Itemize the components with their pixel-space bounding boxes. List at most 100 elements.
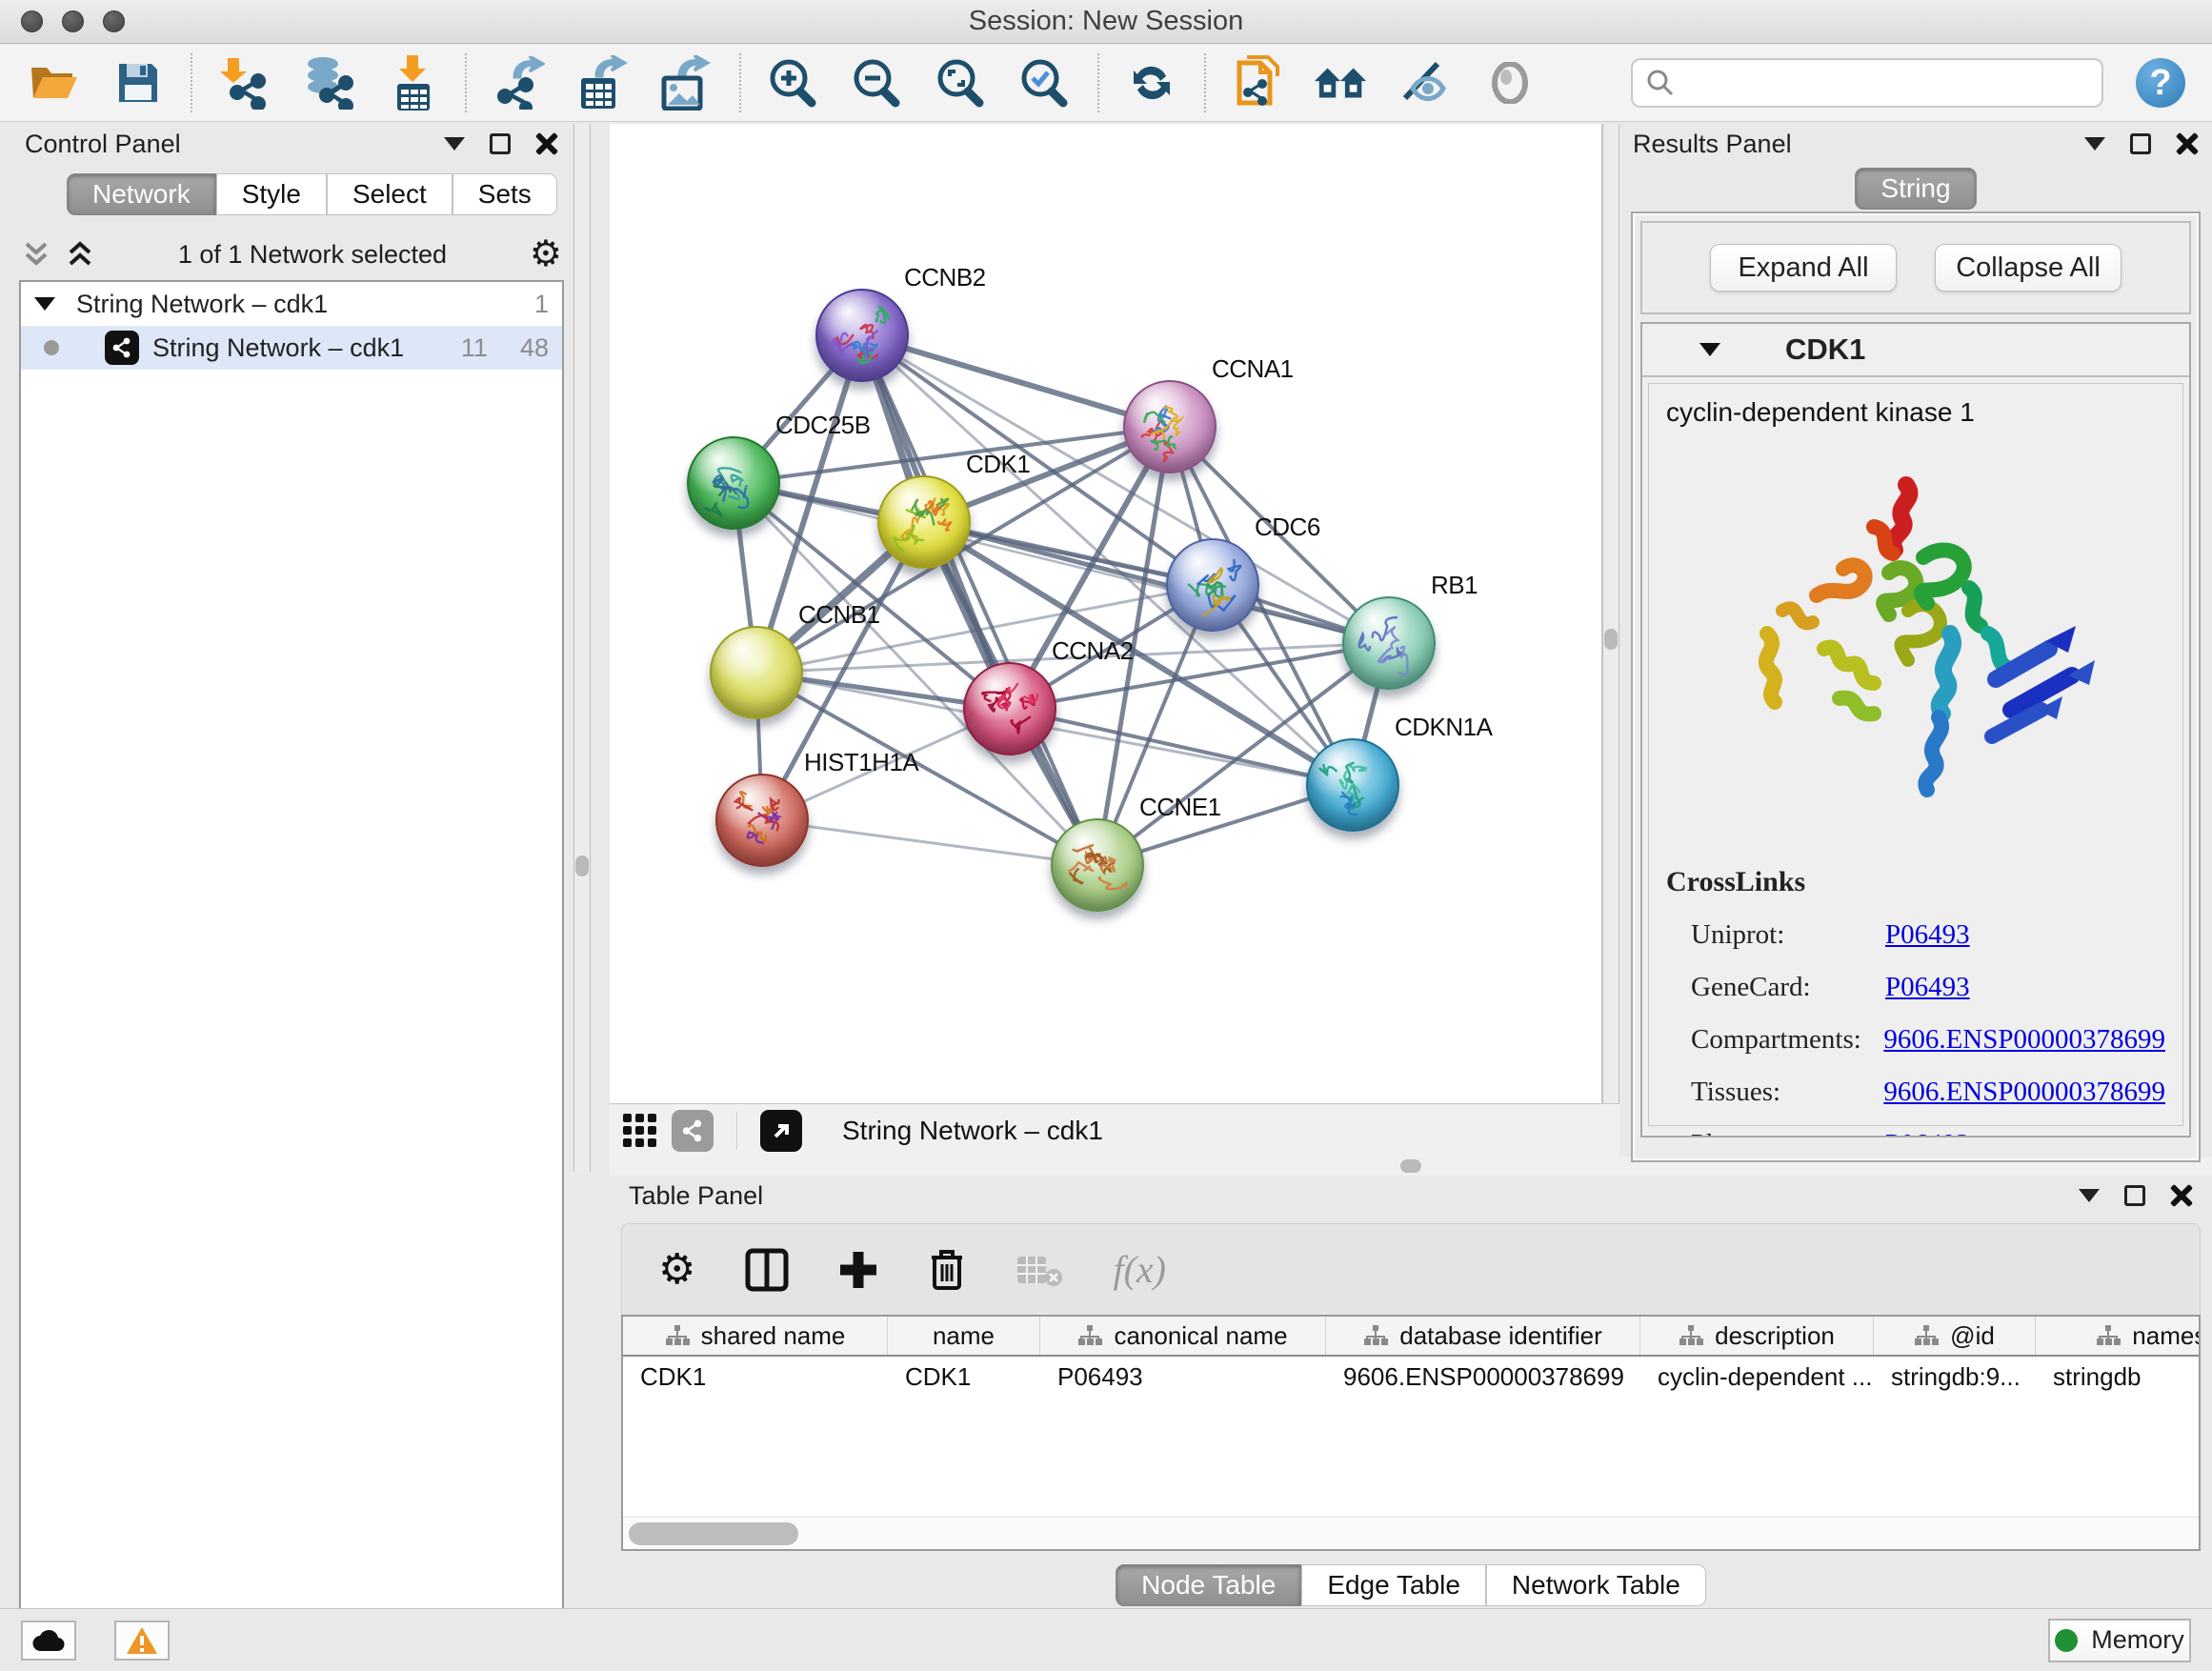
tab-network-table[interactable]: Network Table — [1486, 1564, 1706, 1606]
tab-node-table[interactable]: Node Table — [1116, 1564, 1301, 1606]
search-field[interactable] — [1631, 58, 2103, 108]
network-edge[interactable] — [862, 335, 1170, 427]
tab-edge-table[interactable]: Edge Table — [1301, 1564, 1486, 1606]
show-eye-icon[interactable] — [1482, 55, 1538, 111]
collapse-collection-icon[interactable] — [34, 297, 55, 311]
detach-view-icon[interactable] — [760, 1110, 802, 1152]
hide-selected-icon[interactable] — [1398, 55, 1454, 111]
column-header-database-identifier[interactable]: database identifier — [1326, 1317, 1640, 1355]
table-row[interactable]: CDK1CDK1P064939606.ENSP00000378699cyclin… — [623, 1357, 2199, 1397]
table-cell[interactable]: CDK1 — [623, 1357, 888, 1397]
network-node-ccna2[interactable] — [963, 662, 1056, 755]
maximize-panel-icon[interactable] — [2124, 1185, 2145, 1206]
crosslink-link[interactable]: 9606.ENSP00000378699 — [1883, 1077, 2165, 1108]
right-splitter[interactable] — [1602, 124, 1619, 1157]
network-options-gear-icon[interactable]: ⚙ — [530, 236, 562, 272]
refresh-icon[interactable] — [1124, 55, 1179, 111]
float-panel-icon[interactable] — [2079, 1189, 2100, 1202]
table-cell[interactable]: 9606.ENSP00000378699 — [1326, 1357, 1640, 1397]
scrollbar-thumb[interactable] — [629, 1522, 798, 1545]
float-panel-icon[interactable] — [444, 137, 465, 151]
home-pages-icon[interactable] — [1315, 55, 1370, 111]
import-network-icon[interactable] — [217, 55, 272, 111]
splitter-handle[interactable] — [1604, 629, 1618, 650]
network-node-cdc25b[interactable] — [687, 436, 780, 530]
import-network-from-database-icon[interactable] — [301, 55, 356, 111]
network-node-ccne1[interactable] — [1051, 818, 1144, 912]
zoom-fit-icon[interactable] — [934, 55, 989, 111]
network-edge[interactable] — [1010, 709, 1353, 785]
network-node-rb1[interactable] — [1342, 596, 1436, 690]
column-header-namespace[interactable]: namespace — [2036, 1317, 2201, 1355]
network-node-cdkn1a[interactable] — [1306, 738, 1399, 832]
warnings-button[interactable] — [114, 1621, 170, 1661]
export-table-icon[interactable] — [575, 55, 631, 111]
crosslink-link[interactable]: P06493 — [1885, 919, 1970, 951]
collapse-all-button[interactable]: Collapse All — [1935, 244, 2122, 292]
crosslink-link[interactable]: P06493 — [1885, 972, 1970, 1003]
table-cell[interactable]: stringdb — [2036, 1357, 2201, 1397]
column-header-shared-name[interactable]: shared name — [623, 1317, 888, 1355]
network-edge[interactable] — [762, 820, 1097, 865]
table-cell[interactable]: CDK1 — [888, 1357, 1040, 1397]
close-panel-icon[interactable] — [2176, 132, 2199, 155]
network-node-hist1h1a[interactable] — [715, 774, 809, 867]
splitter-handle[interactable] — [1400, 1159, 1421, 1173]
table-cell[interactable]: stringdb:9... — [1874, 1357, 2036, 1397]
network-node-ccna1[interactable] — [1123, 380, 1217, 473]
table-cell[interactable]: P06493 — [1040, 1357, 1326, 1397]
maximize-panel-icon[interactable] — [2130, 133, 2151, 154]
show-columns-icon[interactable] — [745, 1248, 789, 1292]
network-node-cdc6[interactable] — [1166, 538, 1259, 632]
tab-style[interactable]: Style — [216, 173, 327, 215]
network-edge[interactable] — [862, 335, 1097, 865]
column-header--id[interactable]: @id — [1874, 1317, 2036, 1355]
column-header-canonical-name[interactable]: canonical name — [1040, 1317, 1326, 1355]
column-header-name[interactable]: name — [888, 1317, 1040, 1355]
network-collection-row[interactable]: String Network – cdk1 1 — [21, 282, 562, 326]
crosslink-link[interactable]: 9606.ENSP00000378699 — [1883, 1024, 2165, 1056]
share-document-icon[interactable] — [1231, 55, 1286, 111]
view-network-icon[interactable] — [672, 1110, 714, 1152]
delete-column-icon[interactable] — [928, 1248, 966, 1292]
expand-all-button[interactable]: Expand All — [1710, 244, 1897, 292]
network-canvas[interactable]: CCNB2CCNA1CDC25BCDK1CDC6RB1CCNB1CCNA2CDK… — [610, 124, 1602, 1103]
table-cell[interactable]: cyclin-dependent ... — [1640, 1357, 1874, 1397]
expand-all-networks-icon[interactable] — [65, 238, 95, 271]
view-grid-icon[interactable] — [623, 1114, 656, 1147]
tab-network[interactable]: Network — [67, 173, 216, 215]
add-column-icon[interactable] — [838, 1250, 878, 1290]
crosslink-link[interactable]: P06493 — [1885, 1129, 1970, 1137]
open-session-icon[interactable] — [27, 55, 82, 111]
close-panel-icon[interactable] — [535, 132, 558, 155]
memory-button[interactable]: Memory — [2048, 1619, 2191, 1662]
import-table-icon[interactable] — [385, 55, 440, 111]
tab-sets[interactable]: Sets — [452, 173, 557, 215]
splitter-handle[interactable] — [575, 856, 589, 876]
minimize-window-icon[interactable] — [62, 10, 84, 32]
network-node-ccnb1[interactable] — [710, 626, 803, 719]
tab-string[interactable]: String — [1855, 168, 1976, 210]
network-node-cdk1[interactable] — [877, 475, 971, 569]
network-node-ccnb2[interactable] — [815, 289, 909, 382]
zoom-selected-icon[interactable] — [1017, 55, 1073, 111]
zoom-in-icon[interactable] — [766, 55, 821, 111]
column-header-description[interactable]: description — [1640, 1317, 1874, 1355]
table-options-gear-icon[interactable]: ⚙ — [658, 1245, 695, 1294]
zoom-window-icon[interactable] — [103, 10, 125, 32]
search-input[interactable] — [1675, 69, 2075, 98]
export-network-icon[interactable] — [492, 55, 547, 111]
collapse-all-networks-icon[interactable] — [21, 238, 51, 271]
left-splitter[interactable] — [573, 124, 591, 1172]
network-row[interactable]: String Network – cdk1 11 48 — [21, 326, 562, 370]
tab-select[interactable]: Select — [327, 173, 452, 215]
help-icon[interactable]: ? — [2136, 58, 2185, 108]
close-panel-icon[interactable] — [2170, 1184, 2193, 1207]
cloud-status-button[interactable] — [21, 1621, 76, 1661]
save-session-icon[interactable] — [111, 55, 166, 111]
collapse-entry-icon[interactable] — [1699, 343, 1720, 356]
zoom-out-icon[interactable] — [850, 55, 905, 111]
network-edges[interactable] — [610, 124, 1602, 1103]
export-image-icon[interactable] — [659, 55, 714, 111]
close-window-icon[interactable] — [21, 10, 43, 32]
